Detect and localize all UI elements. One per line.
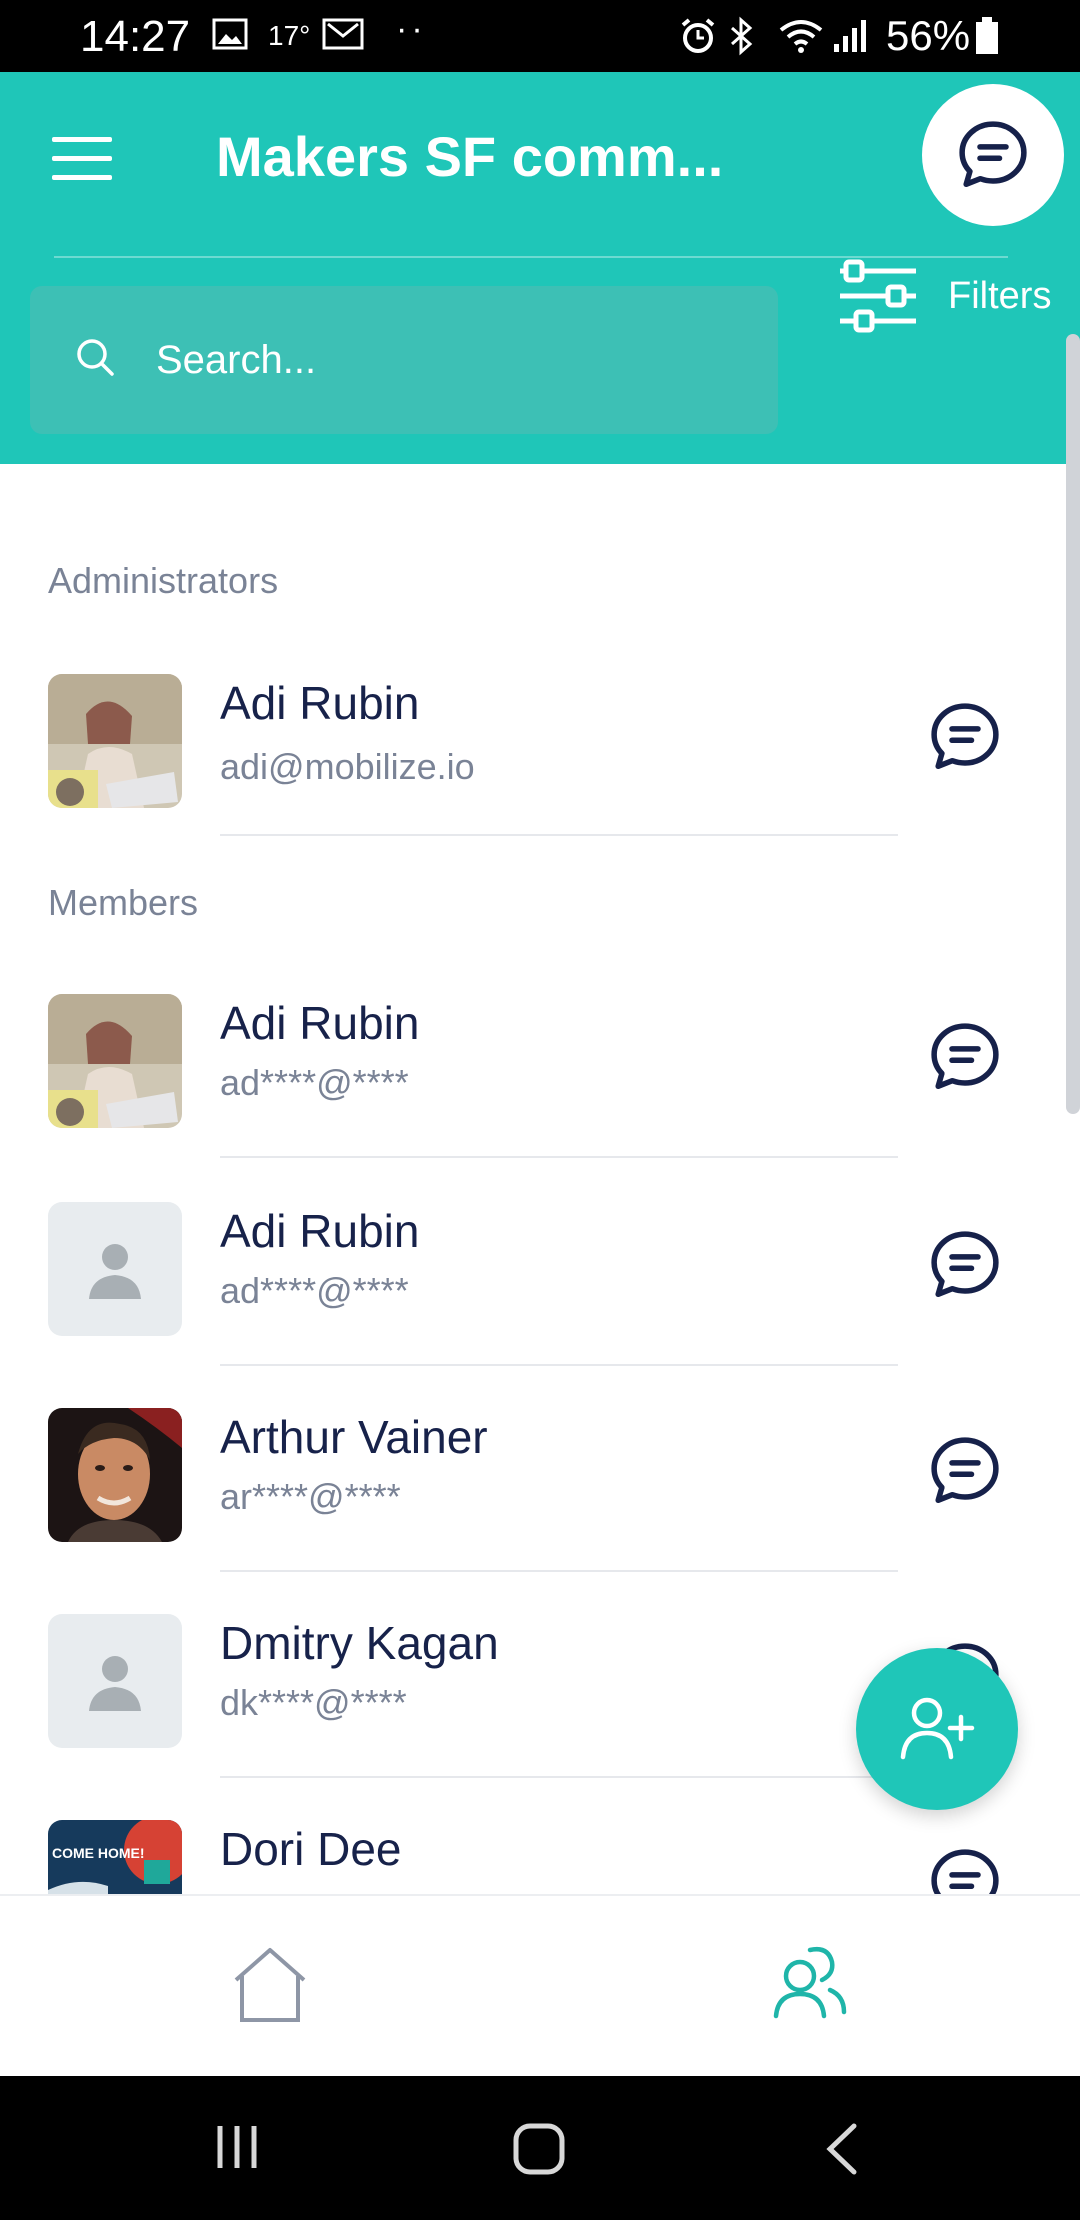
avatar	[48, 994, 182, 1128]
message-button[interactable]	[924, 1016, 1006, 1098]
member-name: Adi Rubin	[220, 997, 420, 1049]
chat-bubble-icon	[931, 1437, 999, 1504]
member-name: Adi Rubin	[220, 677, 420, 729]
battery-icon	[974, 16, 1000, 61]
message-button[interactable]	[924, 1430, 1006, 1512]
avatar	[48, 674, 182, 808]
member-name: Dori Dee	[220, 1823, 402, 1875]
nav-members[interactable]	[770, 1940, 850, 2025]
status-bar: 14:27 17° ·· 56%	[0, 0, 1080, 72]
chat-bubble-icon	[959, 121, 1027, 188]
avatar	[48, 1408, 182, 1542]
list-item[interactable]: COME HOME! Dori Dee	[0, 1820, 1060, 1894]
members-icon	[773, 1947, 847, 2019]
sliders-icon	[840, 259, 916, 333]
alarm-icon	[678, 16, 718, 61]
section-label-members: Members	[48, 882, 199, 923]
member-email: ar****@****	[220, 1476, 401, 1517]
home-button-icon[interactable]	[512, 2122, 566, 2181]
svg-text:COME HOME!: COME HOME!	[52, 1845, 145, 1861]
nav-home[interactable]	[230, 1946, 310, 2031]
back-icon[interactable]	[822, 2122, 862, 2181]
chat-bubble-icon	[931, 1849, 999, 1894]
page-title: Makers SF comm...	[216, 125, 724, 188]
status-time: 14:27	[80, 12, 191, 61]
row-divider	[220, 1364, 898, 1366]
menu-button[interactable]	[52, 137, 112, 181]
row-divider	[220, 1156, 898, 1158]
add-member-button[interactable]	[856, 1648, 1018, 1810]
search-icon	[74, 336, 118, 385]
status-temperature: 17°	[268, 20, 311, 51]
member-email: ad****@****	[220, 1270, 409, 1311]
row-divider	[220, 1776, 898, 1778]
signal-icon	[830, 16, 870, 61]
add-user-icon	[900, 1697, 975, 1760]
chat-bubble-icon	[931, 703, 999, 770]
chat-button[interactable]	[922, 84, 1064, 226]
message-button[interactable]	[924, 1842, 1006, 1894]
member-email: ad****@****	[220, 1062, 409, 1103]
bluetooth-icon	[726, 16, 756, 61]
filters-label: Filters	[948, 274, 1052, 317]
gallery-icon	[212, 16, 248, 57]
avatar	[48, 1614, 182, 1748]
member-name: Arthur Vainer	[220, 1411, 488, 1463]
chat-bubble-icon	[931, 1231, 999, 1298]
status-battery-text: 56%	[886, 12, 971, 59]
list-item[interactable]: Adi Rubin ad****@****	[0, 1202, 1060, 1368]
status-more-dots: ··	[396, 10, 427, 48]
bottom-navigation	[0, 1894, 1080, 2078]
section-label-administrators: Administrators	[48, 560, 279, 601]
avatar: COME HOME!	[48, 1820, 182, 1894]
member-email: dk****@****	[220, 1682, 407, 1723]
filters-button[interactable]: Filters	[838, 256, 1051, 336]
list-item[interactable]: Arthur Vainer ar****@****	[0, 1408, 1060, 1574]
system-navigation-bar	[0, 2076, 1080, 2220]
message-button[interactable]	[924, 1224, 1006, 1306]
search-bar[interactable]	[30, 286, 778, 434]
member-email: adi@mobilize.io	[220, 746, 475, 787]
recent-apps-icon[interactable]	[212, 2122, 262, 2177]
row-divider	[220, 1570, 898, 1572]
chat-bubble-icon	[931, 1023, 999, 1090]
scrollbar[interactable]	[1066, 334, 1080, 1114]
wifi-icon	[778, 16, 824, 61]
search-input[interactable]	[154, 326, 738, 394]
app-header: Makers SF comm... Filters	[0, 72, 1080, 464]
message-button[interactable]	[924, 696, 1006, 778]
list-item[interactable]: Adi Rubin adi@mobilize.io	[0, 672, 1060, 838]
person-placeholder-icon	[89, 1656, 141, 1711]
member-name: Dmitry Kagan	[220, 1617, 499, 1669]
home-icon	[234, 1948, 306, 2022]
mail-icon	[322, 16, 364, 57]
member-name: Adi Rubin	[220, 1205, 420, 1257]
list-item[interactable]: Adi Rubin ad****@****	[0, 994, 1060, 1160]
row-divider	[220, 834, 898, 836]
avatar	[48, 1202, 182, 1336]
person-placeholder-icon	[89, 1244, 141, 1299]
